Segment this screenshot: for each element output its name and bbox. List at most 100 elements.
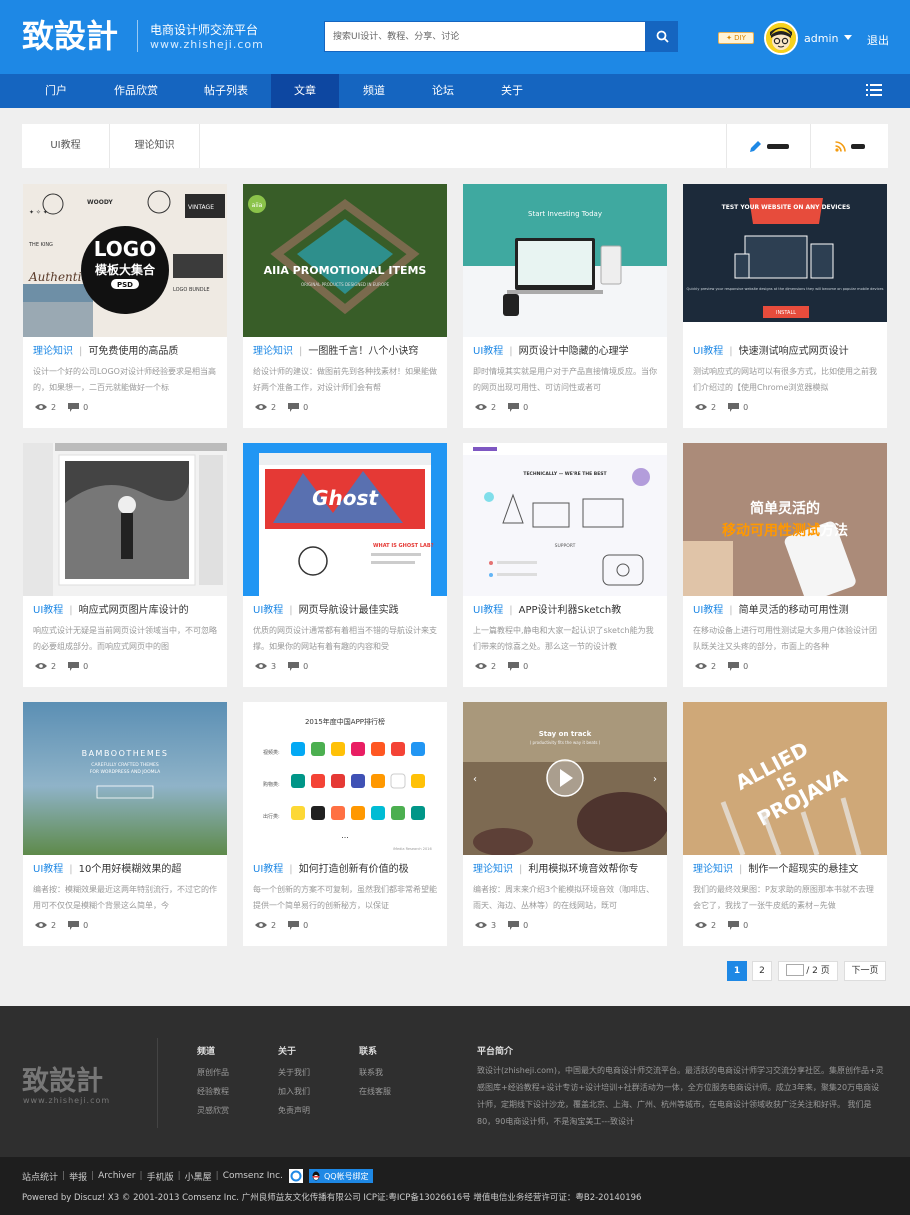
article-title[interactable]: 理论知识 | 一图胜千言！八个小诀窍 [253,344,439,360]
article-title-text[interactable]: 简单灵活的移动可用性测 [739,605,849,616]
article-title[interactable]: 理论知识 | 利用模拟环境音效帮你专 [473,862,659,878]
article-card[interactable]: Stay on track ( productivity fits the wa… [463,702,667,946]
nav-item-portal[interactable]: 门户 [22,74,90,108]
nav-item-about[interactable]: 关于 [478,74,546,108]
article-category[interactable]: UI教程 [253,864,283,875]
link-mobile[interactable]: 手机版 [147,1170,174,1183]
nav-item-threads[interactable]: 帖子列表 [192,74,260,108]
footer-link[interactable]: 加入我们 [278,1086,310,1097]
article-category[interactable]: 理论知识 [33,346,73,357]
article-title[interactable]: UI教程 | 10个用好模糊效果的超 [33,862,219,878]
footer-link[interactable]: 免责声明 [278,1105,310,1116]
article-title[interactable]: UI教程 | 响应式网页图片库设计的 [33,603,219,619]
article-card[interactable]: ALLIED IS PROJAVA 理论知识 | 制作一个超现实的悬挂文 我们的最终… [683,702,887,946]
nav-item-channels[interactable]: 频道 [340,74,408,108]
article-thumbnail[interactable]: TECHNICALLY — WE'RE THE BEST SUPPORT [463,443,667,596]
article-title-text[interactable]: 制作一个超现实的悬挂文 [748,864,858,875]
article-title-text[interactable]: 一图胜千言！八个小诀窍 [308,346,418,357]
article-title-text[interactable]: 如何打造创新有价值的极 [299,864,409,875]
article-title-text[interactable]: 可免费使用的高品质 [88,346,178,357]
article-title-text[interactable]: 10个用好模糊效果的超 [79,864,182,875]
article-category[interactable]: UI教程 [693,346,723,357]
username[interactable]: admin [804,32,838,45]
article-thumbnail[interactable]: ALLIED IS PROJAVA [683,702,887,855]
diy-button[interactable]: ✦ DIY [718,32,754,44]
subnav-tab-theory[interactable]: 理论知识 [110,124,200,168]
qq-bind-button[interactable]: QQ帐号绑定 [308,1169,373,1183]
article-thumbnail[interactable]: aiia AIIA PROMOTIONAL ITEMS ORIGINAL PRO… [243,184,447,337]
article-title[interactable]: UI教程 | 快速测试响应式网页设计 [693,344,879,360]
article-card[interactable]: 简单灵活的 移动可用性测试方法 UI教程 | 简单灵活的移动可用性测 在移动设备上进… [683,443,887,687]
article-thumbnail[interactable] [23,443,227,596]
article-card[interactable]: Start Investing Today UI教程 | 网页设计中隐藏的心理学 即… [463,184,667,428]
article-card[interactable]: Ghost WHAT IS GHOST LAB? UI教程 | 网页导航设计最佳实践… [243,443,447,687]
footer-link[interactable]: 关于我们 [278,1067,310,1078]
article-category[interactable]: UI教程 [693,605,723,616]
link-site-stats[interactable]: 站点统计 [22,1170,58,1183]
chevron-down-icon[interactable] [844,35,852,40]
article-thumbnail[interactable]: Start Investing Today [463,184,667,337]
nav-item-articles[interactable]: 文章 [271,74,339,108]
article-category[interactable]: UI教程 [473,346,503,357]
nav-item-forum[interactable]: 论坛 [409,74,477,108]
article-title[interactable]: UI教程 | 如何打造创新有价值的极 [253,862,439,878]
link-blackroom[interactable]: 小黑屋 [185,1170,212,1183]
article-thumbnail[interactable]: 简单灵活的 移动可用性测试方法 [683,443,887,596]
footer-link[interactable]: 联系我 [359,1067,383,1078]
article-card[interactable]: TEST YOUR WEBSITE ON ANY DEVICES Quickly… [683,184,887,428]
article-title-text[interactable]: 响应式网页图片库设计的 [79,605,189,616]
article-thumbnail[interactable]: Stay on track ( productivity fits the wa… [463,702,667,855]
article-card[interactable]: TECHNICALLY — WE'RE THE BEST SUPPORT UI教… [463,443,667,687]
article-title[interactable]: UI教程 | 网页设计中隐藏的心理学 [473,344,659,360]
article-category[interactable]: UI教程 [253,605,283,616]
site-logo[interactable]: 致設計 [22,14,130,56]
article-category[interactable]: UI教程 [33,605,63,616]
menu-icon[interactable] [866,83,882,97]
article-title-text[interactable]: APP设计利器Sketch教 [519,605,622,616]
article-card[interactable]: ✦ ✧ ✦ WOODY VINTAGE THE KING LOGO BUNDLE… [23,184,227,428]
article-category[interactable]: 理论知识 [473,864,513,875]
search-button[interactable] [646,21,678,52]
post-article-button[interactable] [726,124,810,168]
article-title[interactable]: UI教程 | 网页导航设计最佳实践 [253,603,439,619]
link-archiver[interactable]: Archiver [98,1171,135,1181]
next-page-button[interactable]: 下一页 [844,961,886,981]
footer-link[interactable]: 原创作品 [197,1067,229,1078]
footer-link[interactable]: 在线客服 [359,1086,391,1097]
article-card[interactable]: UI教程 | 响应式网页图片库设计的 响应式设计无疑是当前网页设计领域当中，不可忽略… [23,443,227,687]
page-2-button[interactable]: 2 [752,961,772,981]
article-card[interactable]: 2015年度中国APP排行榜 视频类: 购物类: 出行类: ... iMedia… [243,702,447,946]
article-title-text[interactable]: 网页设计中隐藏的心理学 [519,346,629,357]
footer-logo[interactable]: 致設計 www.zhisheji.com [22,1062,126,1106]
article-category[interactable]: 理论知识 [693,864,733,875]
subnav-tab-ui-tutorial[interactable]: UI教程 [22,124,110,168]
article-title[interactable]: UI教程 | APP设计利器Sketch教 [473,603,659,619]
page-jump-input[interactable] [786,964,805,976]
footer-link[interactable]: 经验教程 [197,1086,229,1097]
rss-button[interactable] [810,124,888,168]
article-thumbnail[interactable]: ✦ ✧ ✦ WOODY VINTAGE THE KING LOGO BUNDLE… [23,184,227,337]
article-title[interactable]: UI教程 | 简单灵活的移动可用性测 [693,603,879,619]
user-avatar[interactable] [764,21,798,55]
article-title[interactable]: 理论知识 | 制作一个超现实的悬挂文 [693,862,879,878]
article-card[interactable]: aiia AIIA PROMOTIONAL ITEMS ORIGINAL PRO… [243,184,447,428]
article-thumbnail[interactable]: 2015年度中国APP排行榜 视频类: 购物类: 出行类: ... iMedia… [243,702,447,855]
article-category[interactable]: UI教程 [33,864,63,875]
link-comsenz[interactable]: Comsenz Inc. [223,1171,283,1181]
article-title-text[interactable]: 快速测试响应式网页设计 [739,346,849,357]
search-input[interactable] [325,22,645,51]
logout-link[interactable]: 退出 [867,32,889,48]
article-title[interactable]: 理论知识 | 可免费使用的高品质 [33,344,219,360]
nav-item-works[interactable]: 作品欣赏 [102,74,170,108]
article-title-text[interactable]: 利用模拟环境音效帮你专 [528,864,638,875]
article-category[interactable]: UI教程 [473,605,503,616]
article-thumbnail[interactable]: TEST YOUR WEBSITE ON ANY DEVICES Quickly… [683,184,887,337]
footer-link[interactable]: 灵感欣赏 [197,1105,229,1116]
article-card[interactable]: BAMBOOTHEMES CAREFULLY CRAFTED THEMES FO… [23,702,227,946]
article-thumbnail[interactable]: BAMBOOTHEMES CAREFULLY CRAFTED THEMES FO… [23,702,227,855]
page-1-button[interactable]: 1 [727,961,747,981]
site-badge-icon[interactable] [288,1169,303,1183]
article-thumbnail[interactable]: Ghost WHAT IS GHOST LAB? [243,443,447,596]
article-category[interactable]: 理论知识 [253,346,293,357]
link-report[interactable]: 举报 [69,1170,87,1183]
